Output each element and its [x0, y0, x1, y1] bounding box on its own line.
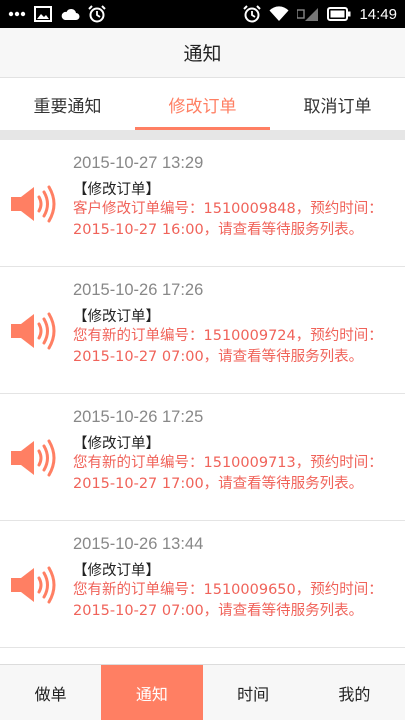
notification-tag: 【修改订单】: [73, 563, 160, 579]
notification-message: 您有新的订单编号：1510009713，预约时间：2015-10-27 17:0…: [73, 455, 383, 492]
more-dots-icon: [8, 11, 26, 17]
wifi-icon: [269, 6, 289, 22]
speaker-icon: [10, 311, 60, 351]
alarm-icon: [88, 5, 106, 23]
tab-important-notice[interactable]: 重要通知: [0, 78, 135, 130]
notification-time: 2015-10-26 17:25: [73, 408, 204, 426]
status-bar: 14:49: [0, 0, 405, 28]
tab-label: 修改订单: [168, 96, 237, 117]
speaker-icon: [10, 184, 60, 224]
list-item[interactable]: 2015-10-26 17:25 【修改订单】 您有新的订单编号：1510009…: [0, 394, 405, 521]
alarm-icon: [243, 5, 262, 23]
bottom-nav: 做单 通知 时间 我的: [0, 664, 405, 720]
app-header: 通知: [0, 28, 405, 78]
notification-tag: 【修改订单】: [73, 182, 160, 198]
notification-message: 您有新的订单编号：1510009650，预约时间：2015-10-27 07:0…: [73, 582, 383, 619]
nav-label: 做单: [34, 684, 67, 704]
notification-message: 您有新的订单编号：1510009724，预约时间：2015-10-27 07:0…: [73, 328, 383, 365]
tab-label: 取消订单: [303, 96, 372, 117]
page-title: 通知: [183, 43, 222, 65]
notification-list[interactable]: 2015-10-27 13:29 【修改订单】 客户修改订单编号：1510009…: [0, 140, 405, 664]
section-divider: [0, 130, 405, 140]
tab-label: 重要通知: [33, 96, 102, 117]
tab-modify-order[interactable]: 修改订单: [135, 78, 270, 130]
battery-icon: [327, 7, 351, 21]
nav-label: 我的: [338, 684, 371, 704]
notification-time: 2015-10-27 13:29: [73, 154, 204, 172]
nav-item-time[interactable]: 时间: [203, 665, 304, 720]
speaker-icon: [10, 565, 60, 605]
notification-time: 2015-10-26 13:44: [73, 535, 204, 553]
cloud-icon: [60, 7, 80, 21]
status-time: 14:49: [359, 5, 397, 23]
nav-item-work[interactable]: 做单: [0, 665, 101, 720]
notification-message: 客户修改订单编号：1510009848，预约时间：2015-10-27 16:0…: [73, 201, 383, 238]
notification-tag: 【修改订单】: [73, 436, 160, 452]
list-item[interactable]: 2015-10-26 17:26 【修改订单】 您有新的订单编号：1510009…: [0, 267, 405, 394]
list-item[interactable]: 2015-10-26 13:44 【修改订单】 您有新的订单编号：1510009…: [0, 521, 405, 648]
nav-item-notice[interactable]: 通知: [101, 665, 203, 720]
list-item[interactable]: 2015-10-27 13:29 【修改订单】 客户修改订单编号：1510009…: [0, 140, 405, 267]
notification-time: 2015-10-26 17:26: [73, 281, 204, 299]
image-icon: [34, 6, 52, 22]
signal-icon: [297, 6, 319, 22]
tab-cancel-order[interactable]: 取消订单: [270, 78, 405, 130]
nav-label: 通知: [135, 684, 168, 704]
nav-label: 时间: [237, 684, 270, 704]
nav-item-mine[interactable]: 我的: [304, 665, 405, 720]
notification-tag: 【修改订单】: [73, 309, 160, 325]
tab-bar: 重要通知 修改订单 取消订单: [0, 78, 405, 130]
speaker-icon: [10, 438, 60, 478]
status-bar-right: 14:49: [243, 5, 397, 23]
status-bar-left: [8, 5, 106, 23]
